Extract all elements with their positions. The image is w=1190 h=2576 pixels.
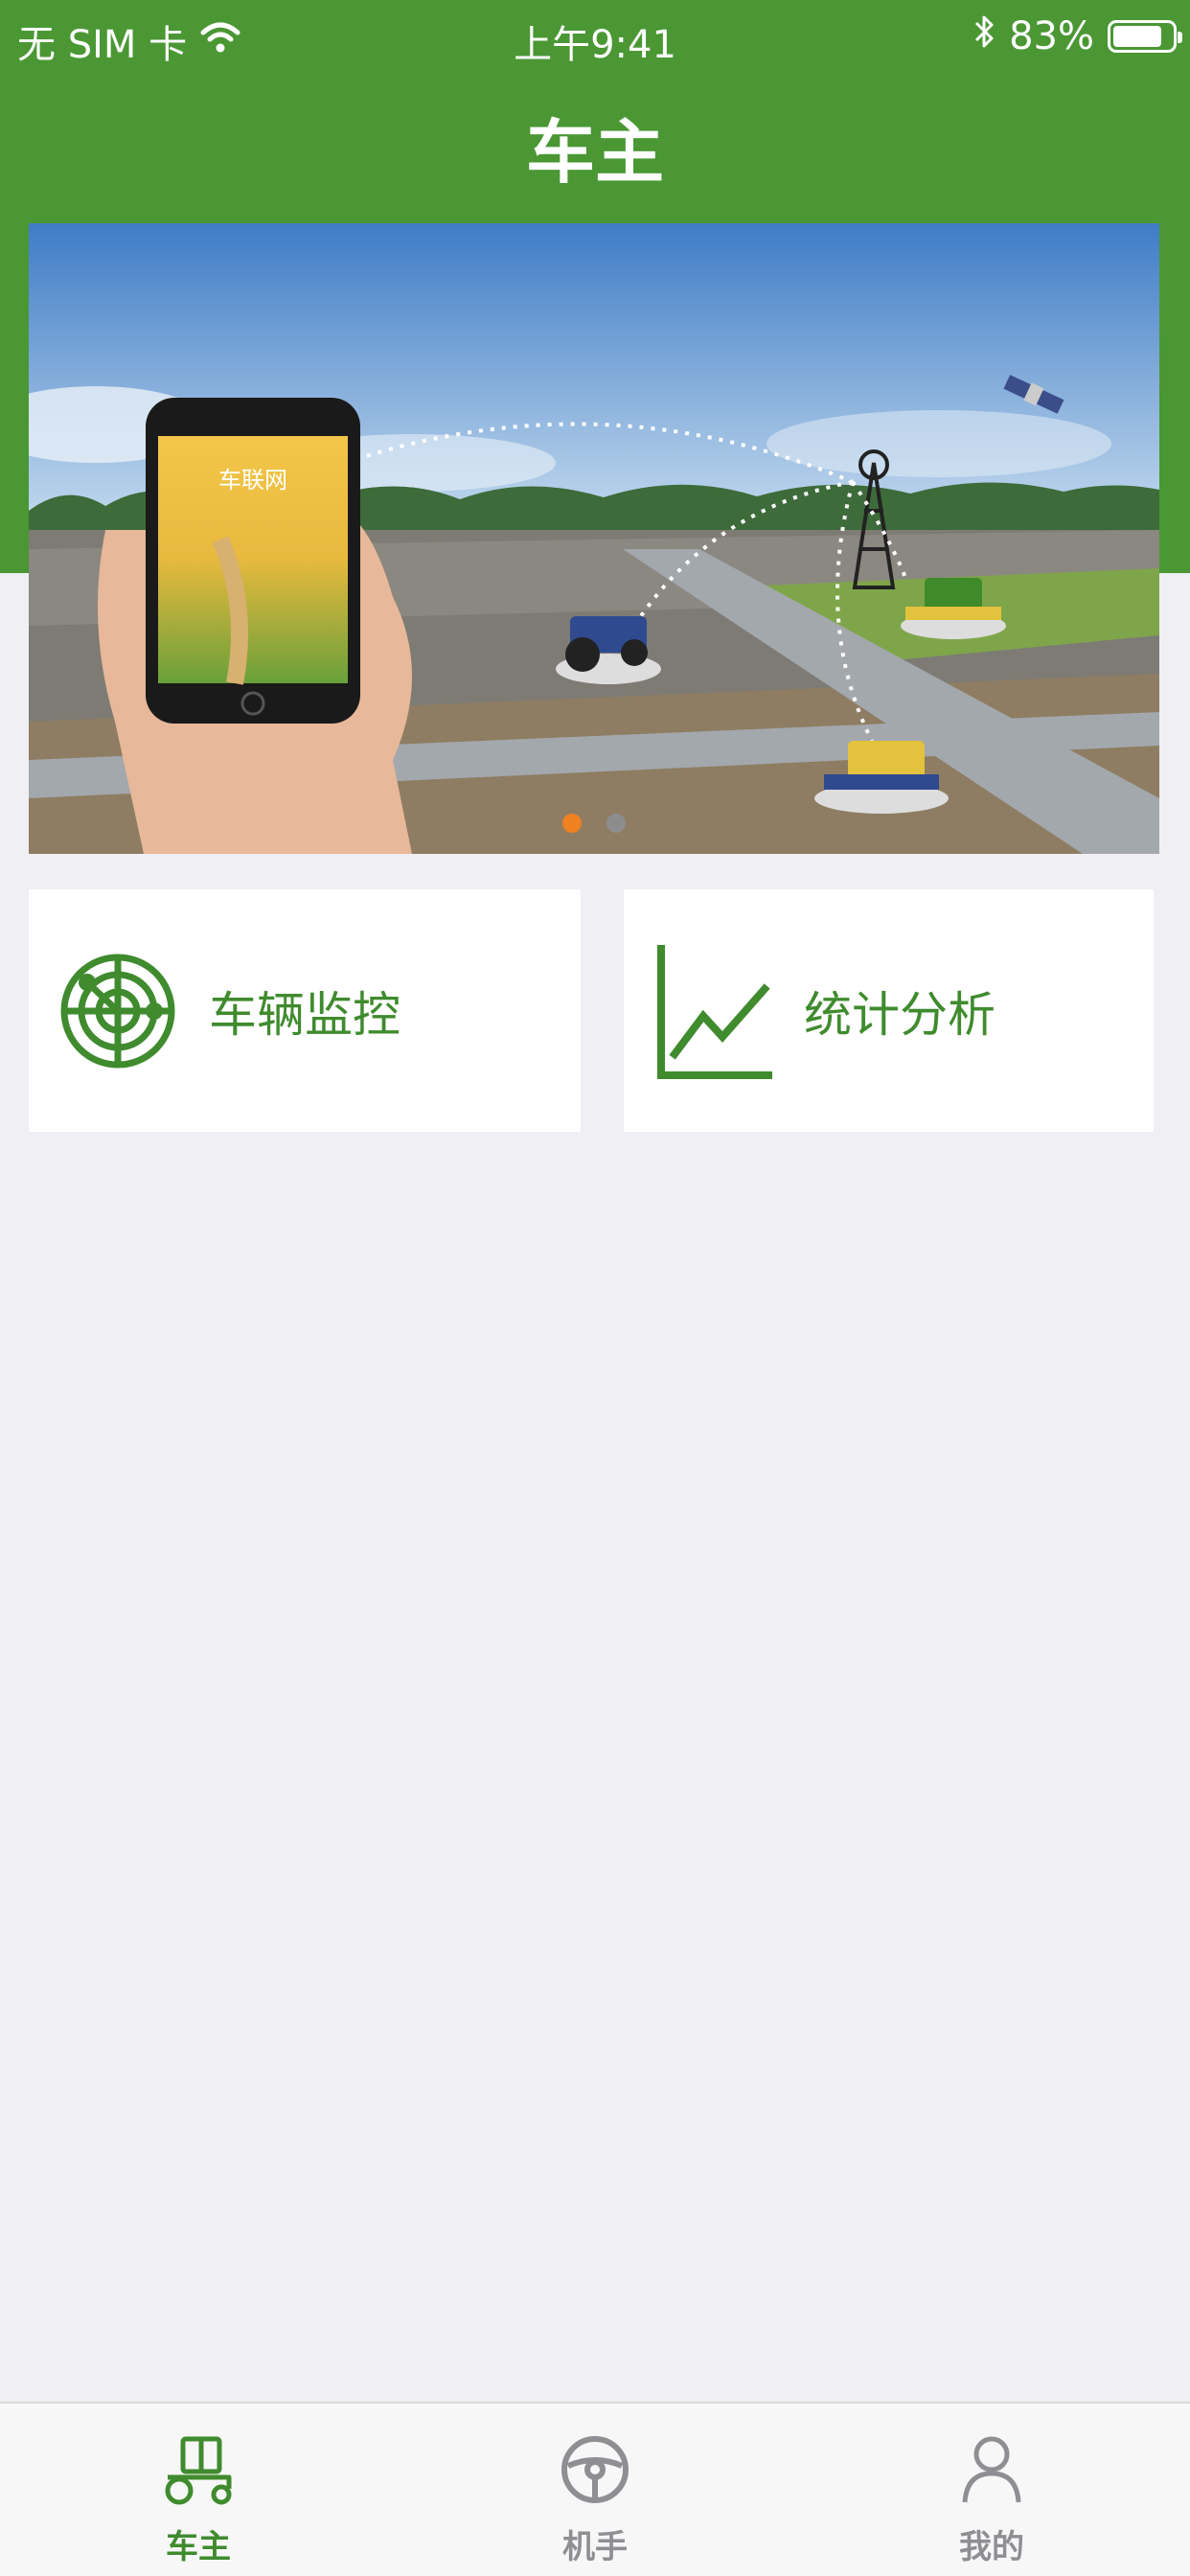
vehicle-monitoring-card[interactable]: 车辆监控 [29, 889, 581, 1132]
line-chart-icon [651, 939, 775, 1083]
carousel-pagination [29, 814, 1159, 833]
banner-carousel[interactable]: 车联网 [29, 223, 1159, 854]
tab-mine-label: 我的 [959, 2528, 1024, 2566]
battery-icon [1108, 20, 1182, 53]
tab-mine[interactable]: 我的 [793, 2404, 1190, 2576]
status-bar: 无 SIM 卡 上午9:41 83% [0, 0, 1190, 73]
tab-owner[interactable]: 车主 [0, 2404, 397, 2576]
steering-wheel-icon [552, 2426, 638, 2513]
tab-bar: 车主 机手 我的 [0, 2402, 1190, 2576]
statistics-analysis-label: 统计分析 [804, 986, 995, 1043]
tab-driver-label: 机手 [562, 2528, 628, 2566]
statistics-analysis-card[interactable]: 统计分析 [624, 889, 1154, 1132]
page-title: 车主 [525, 112, 664, 193]
tractor-icon [155, 2426, 241, 2513]
battery-percent: 83% [1009, 14, 1094, 58]
radar-icon [56, 939, 180, 1083]
phone-screen-title: 车联网 [218, 467, 287, 494]
banner-image: 车联网 [29, 223, 1159, 854]
carousel-dot-2[interactable] [606, 814, 626, 833]
bluetooth-icon [973, 13, 995, 59]
tab-driver[interactable]: 机手 [397, 2404, 793, 2576]
tab-owner-label: 车主 [166, 2528, 231, 2566]
carousel-dot-1[interactable] [562, 814, 582, 833]
vehicle-monitoring-label: 车辆监控 [209, 986, 400, 1043]
person-icon [949, 2426, 1035, 2513]
